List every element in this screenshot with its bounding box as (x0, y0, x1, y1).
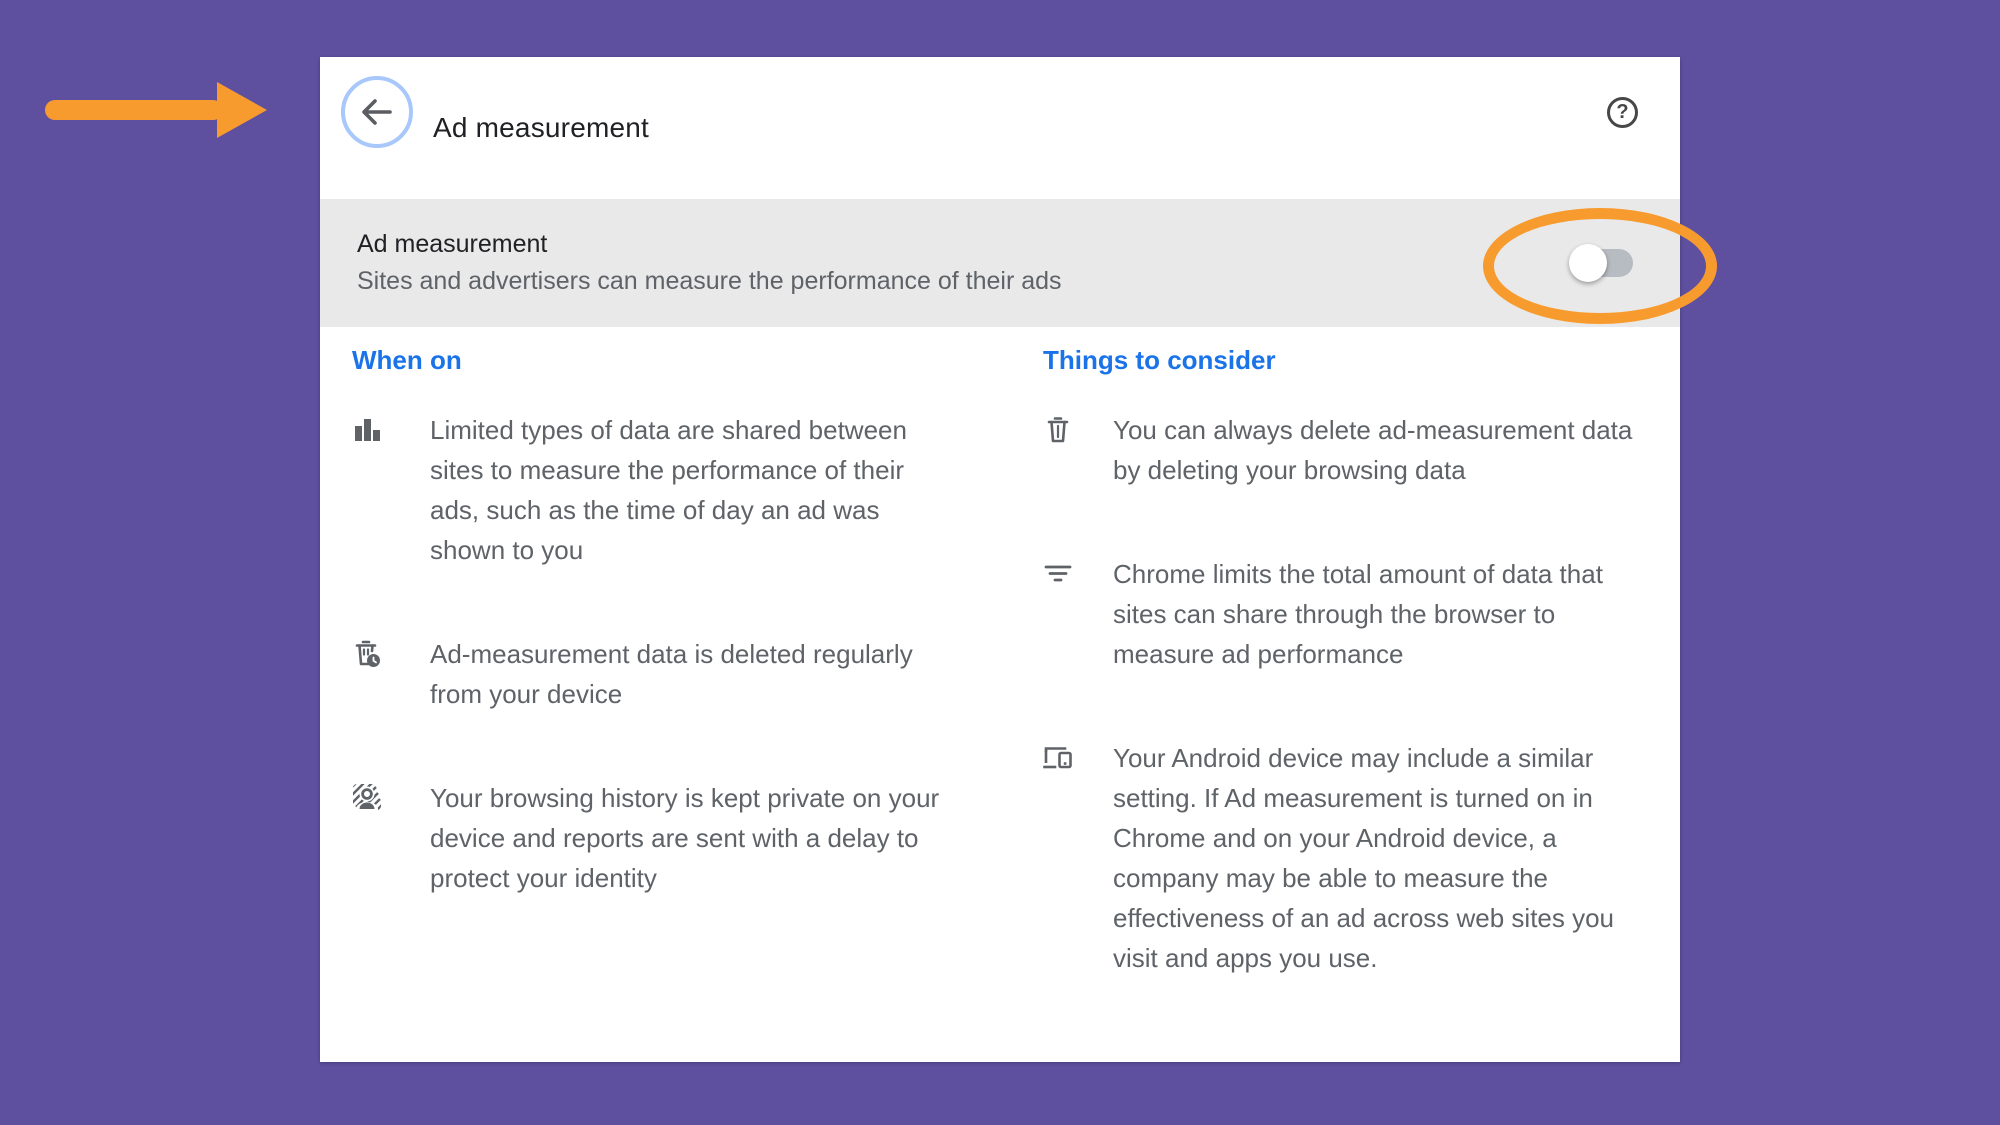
list-item: Your browsing history is kept private on… (352, 778, 1043, 898)
list-item-text: Your browsing history is kept private on… (430, 778, 942, 898)
ad-measurement-toggle-row: Ad measurement Sites and advertisers can… (320, 199, 1680, 327)
list-item-text: You can always delete ad-measurement dat… (1113, 410, 1656, 490)
info-columns: When on Limited types of data are shared… (320, 327, 1680, 1042)
toggle-row-subtitle: Sites and advertisers can measure the pe… (357, 267, 1062, 296)
annotation-arrow-head (217, 82, 267, 138)
when-on-heading: When on (352, 345, 1043, 376)
annotation-arrow (45, 82, 267, 138)
toggle-row-title: Ad measurement (357, 230, 1062, 259)
auto-delete-icon (352, 639, 382, 714)
things-to-consider-column: Things to consider You can always delete… (1043, 345, 1663, 1042)
annotation-ellipse (1483, 208, 1717, 324)
settings-card: Ad measurement ? Ad measurement Sites an… (320, 57, 1680, 1062)
list-item-text: Chrome limits the total amount of data t… (1113, 554, 1656, 674)
page-title: Ad measurement (433, 57, 649, 199)
help-icon: ? (1616, 101, 1628, 124)
back-button[interactable] (341, 76, 413, 148)
list-item-text: Ad-measurement data is deleted regularly… (430, 634, 942, 714)
when-on-column: When on Limited types of data are shared… (352, 345, 1043, 1042)
arrow-left-icon (357, 92, 397, 132)
list-item-text: Limited types of data are shared between… (430, 410, 942, 570)
private-person-icon (352, 783, 382, 898)
annotation-arrow-shaft (45, 100, 223, 120)
list-item: Chrome limits the total amount of data t… (1043, 554, 1663, 674)
card-header: Ad measurement ? (320, 57, 1680, 199)
things-to-consider-heading: Things to consider (1043, 345, 1663, 376)
trash-icon (1043, 415, 1073, 490)
list-item: Your Android device may include a simila… (1043, 738, 1663, 978)
list-item: Limited types of data are shared between… (352, 410, 1043, 570)
list-item-text: Your Android device may include a simila… (1113, 738, 1656, 978)
devices-icon (1043, 743, 1073, 978)
help-button[interactable]: ? (1607, 97, 1638, 128)
filter-lines-icon (1043, 559, 1073, 674)
bar-chart-icon (352, 415, 382, 570)
list-item: You can always delete ad-measurement dat… (1043, 410, 1663, 490)
list-item: Ad-measurement data is deleted regularly… (352, 634, 1043, 714)
